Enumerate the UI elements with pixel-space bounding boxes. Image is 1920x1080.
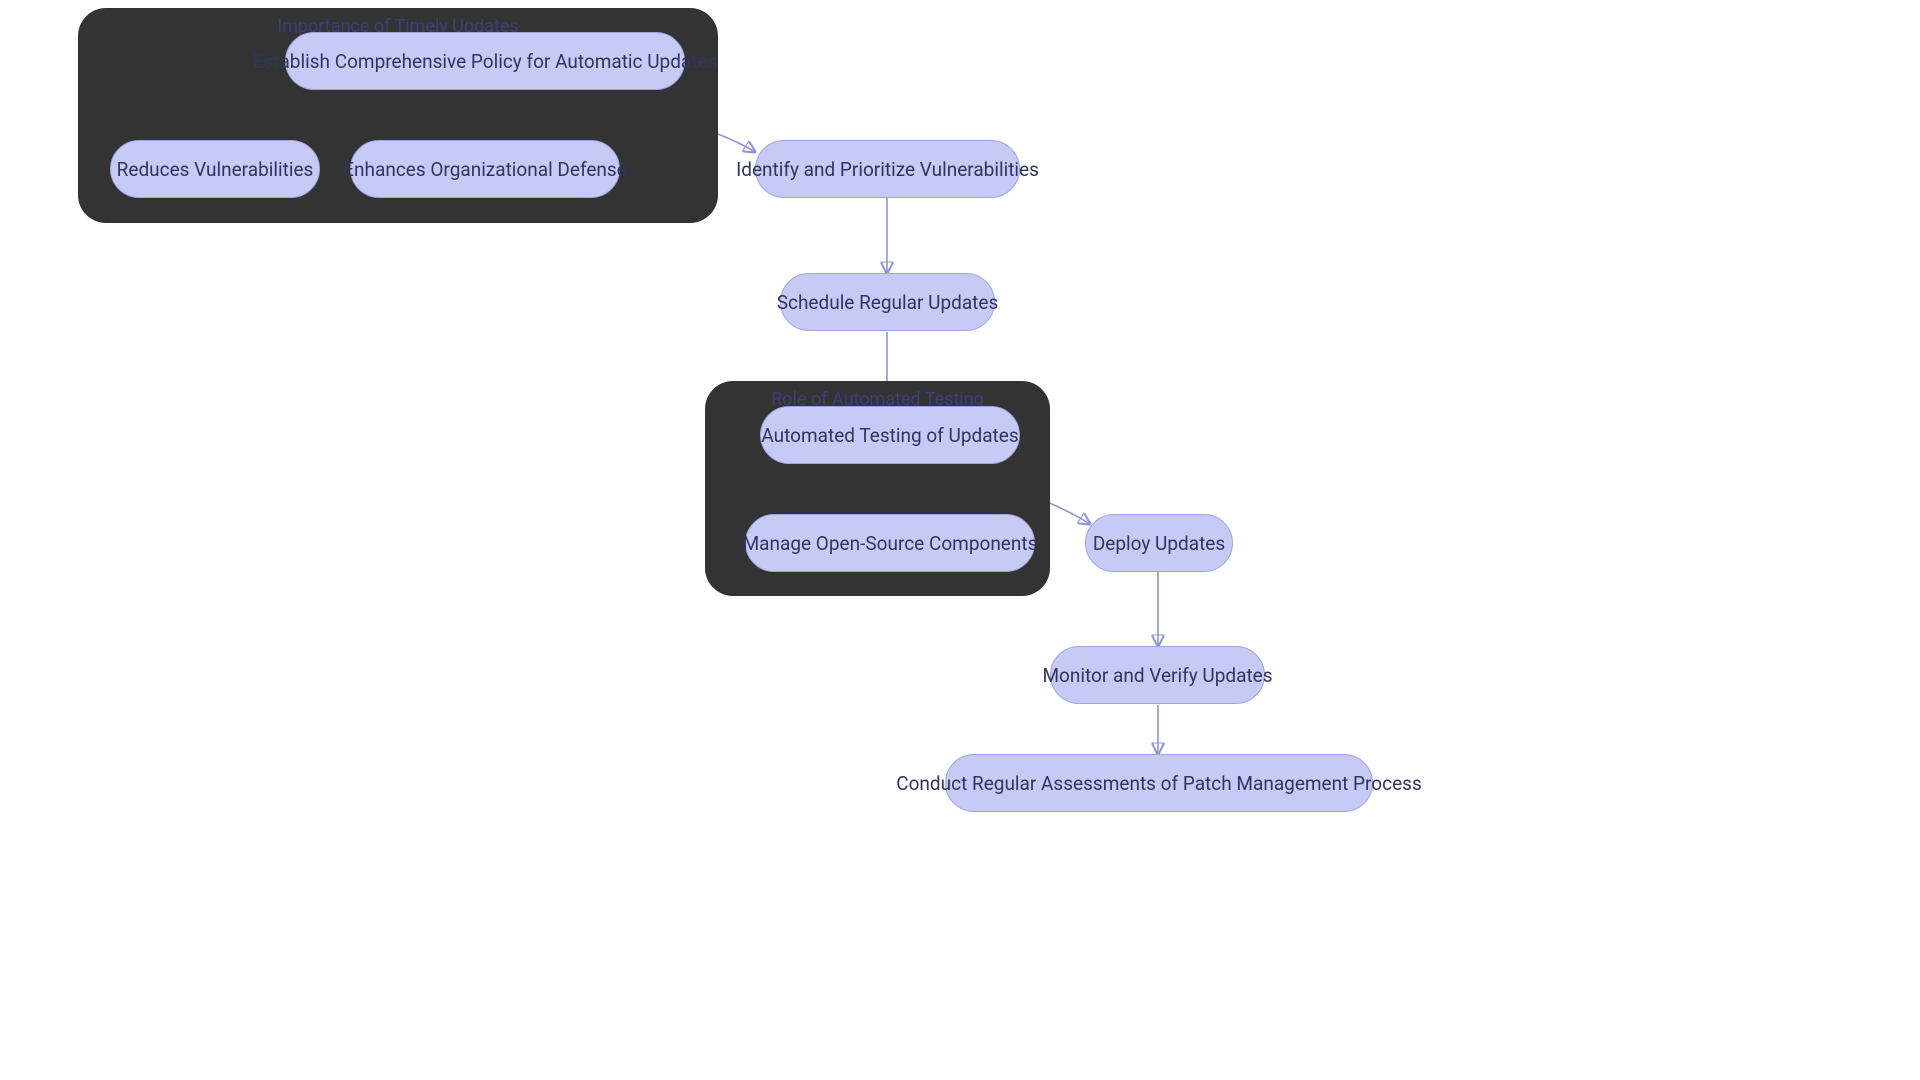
diagram-canvas: Importance of Timely Updates Role of Aut… <box>0 0 1920 1080</box>
node-enhances-defense[interactable]: Enhances Organizational Defense <box>350 140 620 198</box>
node-conduct-assessments[interactable]: Conduct Regular Assessments of Patch Man… <box>945 754 1373 812</box>
node-identify-prioritize[interactable]: Identify and Prioritize Vulnerabilities <box>755 140 1020 198</box>
node-automated-testing[interactable]: Automated Testing of Updates <box>760 406 1020 464</box>
node-deploy-updates[interactable]: Deploy Updates <box>1085 514 1233 572</box>
node-schedule-updates[interactable]: Schedule Regular Updates <box>780 273 995 331</box>
node-manage-opensource[interactable]: Manage Open-Source Components <box>745 514 1035 572</box>
node-monitor-verify[interactable]: Monitor and Verify Updates <box>1050 646 1265 704</box>
node-establish-policy[interactable]: Establish Comprehensive Policy for Autom… <box>285 32 685 90</box>
node-reduces-vulnerabilities[interactable]: Reduces Vulnerabilities <box>110 140 320 198</box>
